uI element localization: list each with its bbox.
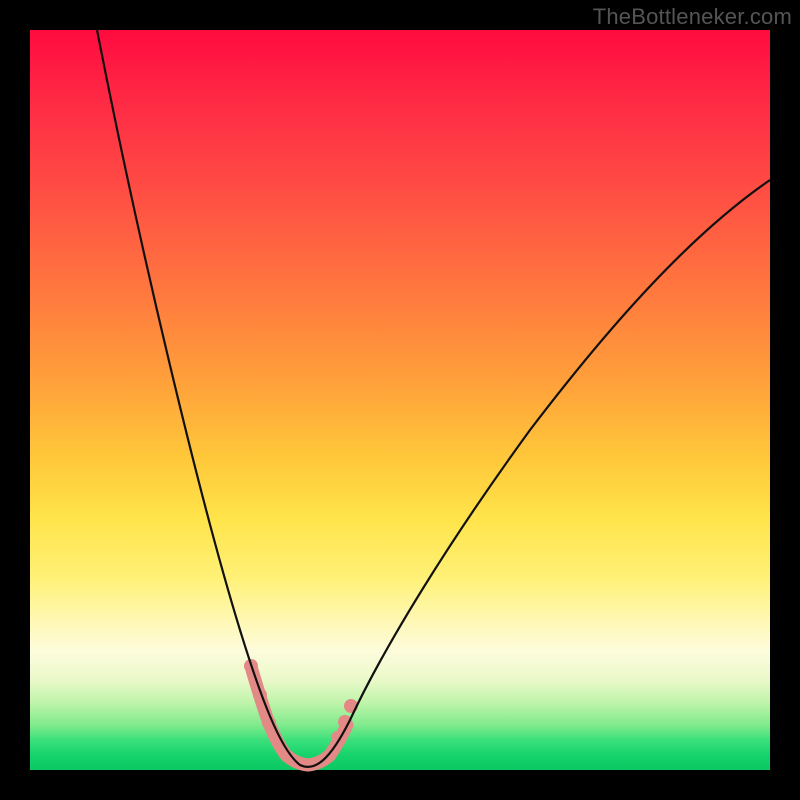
plot-area bbox=[30, 30, 770, 770]
attribution-text: TheBottleneker.com bbox=[593, 4, 792, 30]
curve-layer bbox=[30, 30, 770, 770]
chart-stage: TheBottleneker.com bbox=[0, 0, 800, 800]
bottleneck-curve bbox=[97, 30, 770, 767]
